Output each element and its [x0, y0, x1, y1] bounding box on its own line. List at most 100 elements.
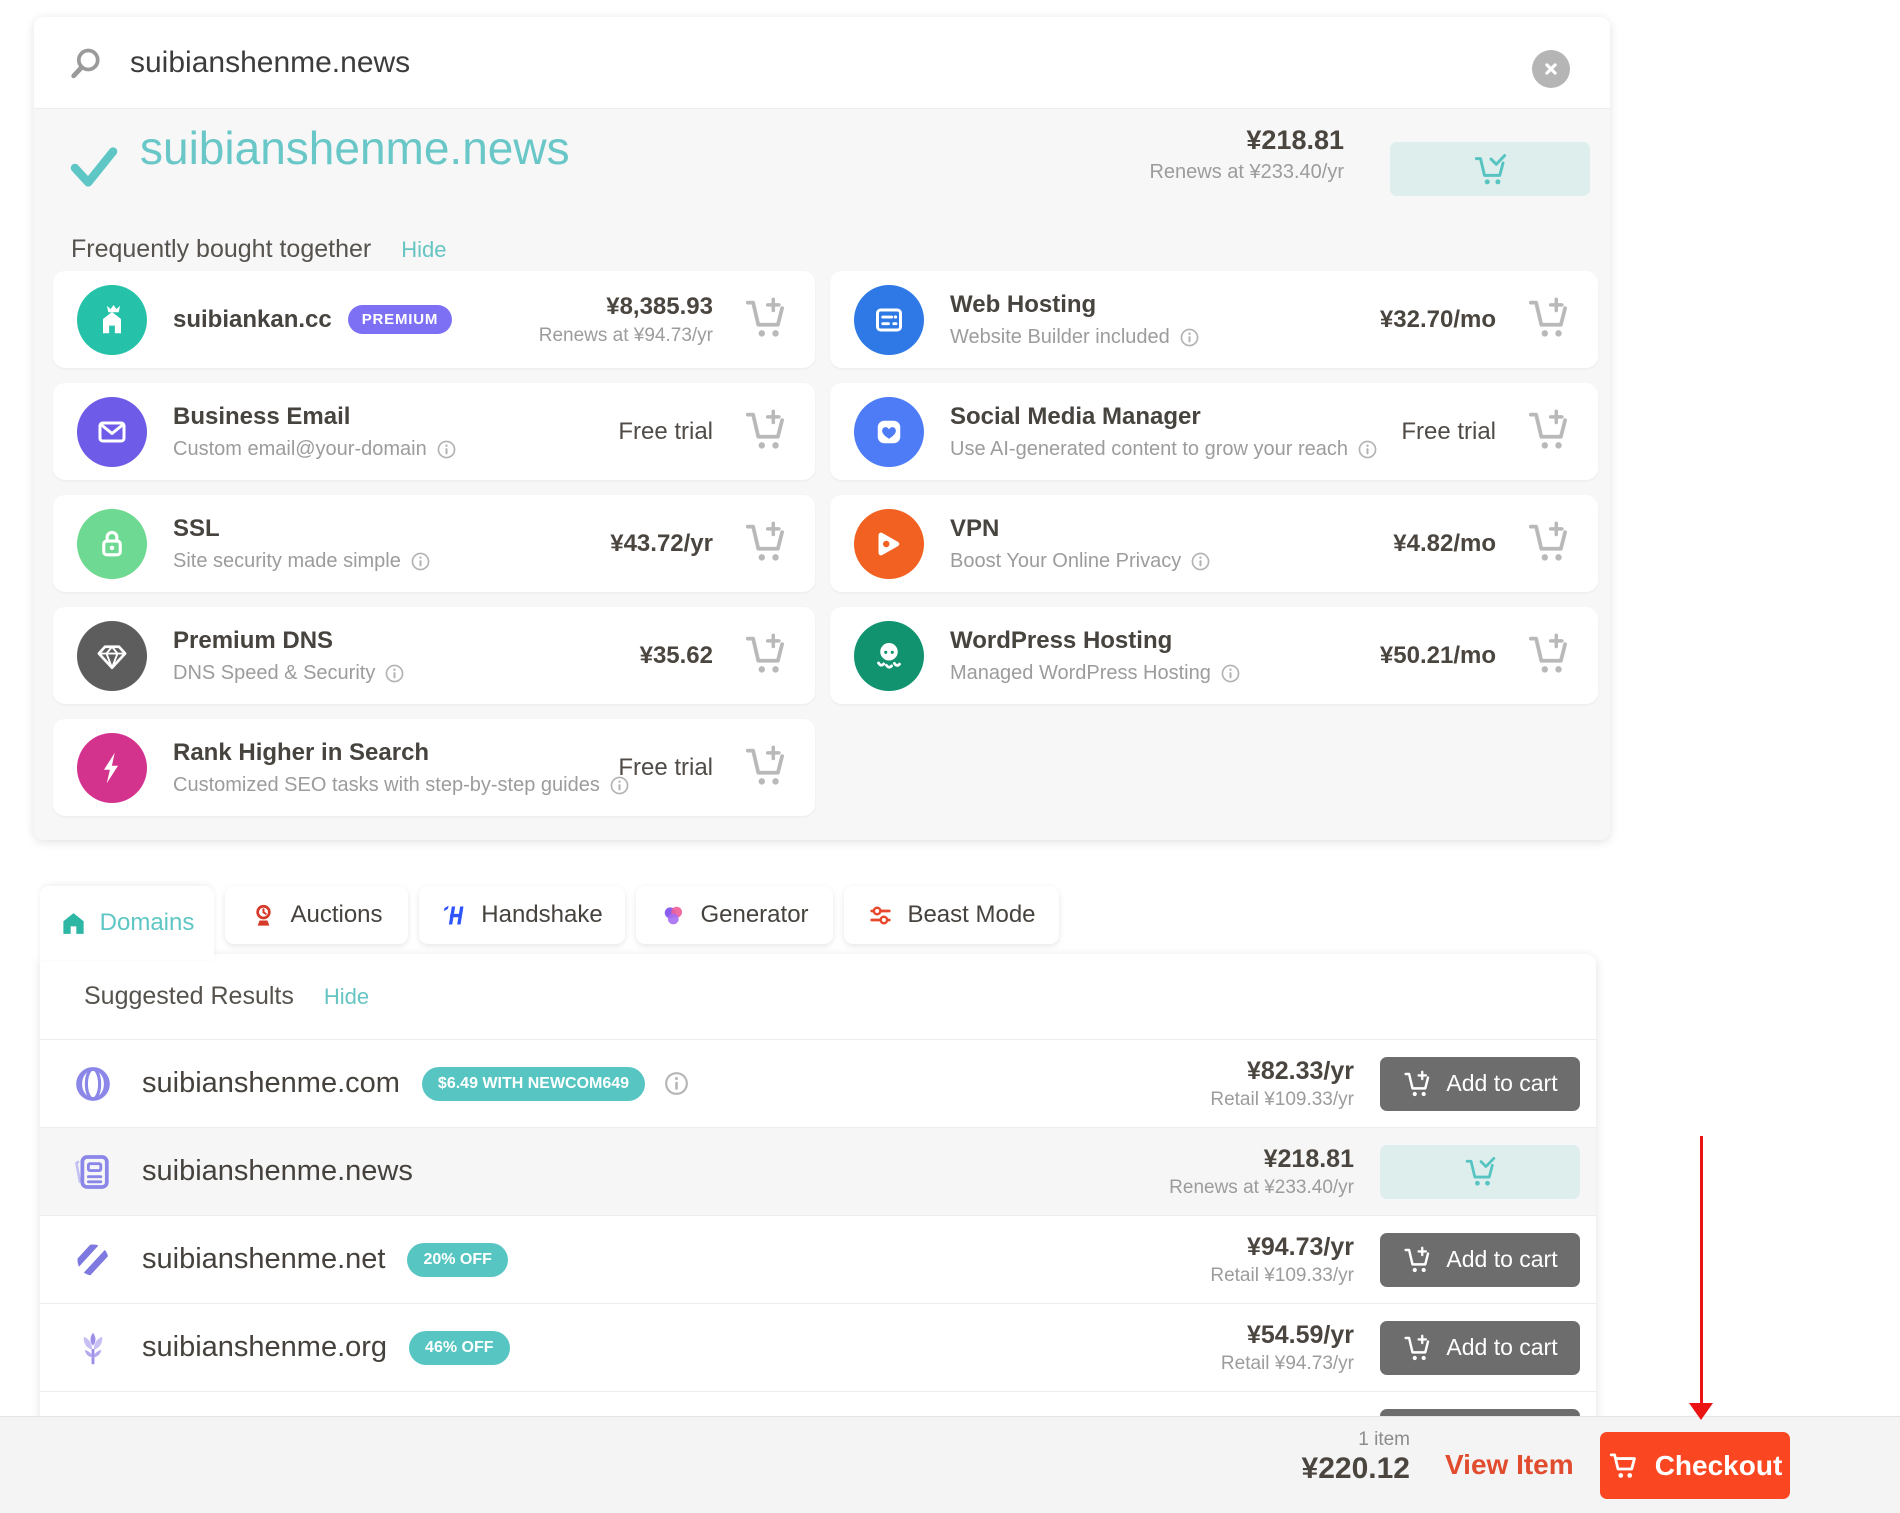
info-icon[interactable] [663, 1070, 690, 1097]
retail-price: Retail ¥94.73/yr [1221, 1353, 1354, 1375]
search-results-panel: suibianshenme.news suibianshenme.news ¥2… [34, 17, 1610, 840]
flower-icon [70, 1325, 116, 1371]
product-subtitle: Custom email@your-domain [173, 438, 427, 461]
product-title: Social Media Manager [950, 403, 1401, 431]
annotation-arrow [1688, 1136, 1714, 1420]
add-to-cart-icon-button[interactable] [741, 521, 791, 567]
table-row: suibianshenme.org 46% OFF ¥54.59/yr Reta… [40, 1303, 1596, 1391]
add-to-cart-icon-button[interactable] [1524, 633, 1574, 679]
available-check-icon [70, 147, 118, 187]
suggested-results-header: Suggested Results Hide [40, 954, 1596, 1039]
product-card: Rank Higher in Search Customized SEO tas… [53, 719, 815, 816]
info-icon[interactable] [436, 439, 457, 460]
tab-generator[interactable]: Generator [636, 886, 833, 944]
cart-item-count: 1 item [1302, 1429, 1410, 1451]
add-to-cart-icon-button[interactable] [741, 409, 791, 455]
add-to-cart-icon-button[interactable] [741, 745, 791, 791]
price: ¥218.81 [1149, 125, 1344, 156]
close-button[interactable] [1532, 50, 1570, 88]
product-subtitle: Site security made simple [173, 550, 401, 573]
premium-dns-icon [77, 621, 147, 691]
info-icon[interactable] [1220, 663, 1241, 684]
product-price: ¥35.62 [640, 642, 713, 670]
business-email-icon [77, 397, 147, 467]
selected-domain-name: suibianshenme.news [140, 121, 570, 175]
section-title: Frequently bought together [71, 235, 371, 264]
product-subtitle: DNS Speed & Security [173, 662, 375, 685]
search-icon [68, 45, 104, 81]
hide-link[interactable]: Hide [324, 984, 369, 1010]
tab-beast-mode[interactable]: Beast Mode [844, 886, 1059, 944]
add-to-cart-button[interactable]: Add to cart [1380, 1233, 1580, 1287]
cart-summary-bar: 1 item ¥220.12 View Item Checkout [0, 1416, 1900, 1513]
newspaper-icon [70, 1149, 116, 1195]
product-card: Web Hosting Website Builder included ¥32… [830, 271, 1598, 368]
close-icon [1540, 58, 1562, 80]
domain-name: suibianshenme.org [142, 1331, 387, 1364]
renewal-price: Renews at ¥233.40/yr [1149, 161, 1344, 184]
add-to-cart-button[interactable]: Add to cart [1380, 1057, 1580, 1111]
beast-mode-tab-icon [867, 902, 894, 929]
price: ¥218.81 [1169, 1145, 1354, 1174]
arrow-shaft [1700, 1136, 1703, 1404]
product-price: ¥50.21/mo [1380, 642, 1496, 670]
info-icon[interactable] [1357, 439, 1378, 460]
info-icon[interactable] [1179, 327, 1200, 348]
handshake-tab-icon [441, 902, 468, 929]
product-subtitle: Customized SEO tasks with step-by-step g… [173, 774, 600, 797]
ssl-lock-icon [77, 509, 147, 579]
add-to-cart-icon-button[interactable] [741, 297, 791, 343]
frequently-bought-grid: suibiankan.cc PREMIUM ¥8,385.93 Renews a… [53, 271, 1598, 816]
add-to-cart-icon-button[interactable] [1524, 521, 1574, 567]
checkout-label: Checkout [1655, 1450, 1783, 1482]
add-to-cart-label: Add to cart [1446, 1070, 1557, 1097]
tab-label: Handshake [481, 901, 602, 929]
product-price: ¥4.82/mo [1393, 530, 1496, 558]
cart-icon [1608, 1451, 1640, 1480]
search-result-body: suibianshenme.news ¥218.81 Renews at ¥23… [34, 108, 1610, 840]
info-icon[interactable] [384, 663, 405, 684]
domains-tab-icon [60, 910, 87, 937]
in-cart-button[interactable] [1390, 142, 1590, 196]
view-item-link[interactable]: View Item [1445, 1449, 1574, 1481]
tab-label: Auctions [290, 901, 382, 929]
cart-plus-icon [1402, 1070, 1433, 1098]
add-to-cart-icon-button[interactable] [741, 633, 791, 679]
tab-handshake[interactable]: Handshake [419, 886, 625, 944]
add-to-cart-button[interactable]: Add to cart [1380, 1321, 1580, 1375]
info-icon[interactable] [1190, 551, 1211, 572]
domain-name: suibianshenme.net [142, 1243, 385, 1276]
domain-search-page: suibianshenme.news suibianshenme.news ¥2… [0, 0, 1900, 1513]
tab-domains[interactable]: Domains [40, 886, 214, 960]
cart-plus-icon [1402, 1334, 1433, 1362]
tab-auctions[interactable]: Auctions [225, 886, 408, 944]
hide-link[interactable]: Hide [401, 237, 446, 263]
renewal-price: Renews at ¥233.40/yr [1169, 1177, 1354, 1199]
product-title: suibiankan.cc [173, 306, 332, 334]
product-price: ¥32.70/mo [1380, 306, 1496, 334]
product-subtitle: Use AI-generated content to grow your re… [950, 438, 1348, 461]
selected-domain-price: ¥218.81 Renews at ¥233.40/yr [1149, 125, 1344, 184]
checkout-button[interactable]: Checkout [1600, 1432, 1790, 1499]
info-icon[interactable] [410, 551, 431, 572]
in-cart-button[interactable] [1380, 1145, 1580, 1199]
product-title: VPN [950, 515, 1393, 543]
globe-icon [70, 1061, 116, 1107]
product-card: Social Media Manager Use AI-generated co… [830, 383, 1598, 480]
generator-tab-icon [660, 902, 687, 929]
product-title: SSL [173, 515, 610, 543]
section-title: Suggested Results [84, 982, 294, 1011]
product-price: Free trial [618, 418, 713, 446]
table-row: suibianshenme.news ¥218.81 Renews at ¥23… [40, 1127, 1596, 1215]
price: ¥54.59/yr [1221, 1321, 1354, 1350]
cart-check-icon [1472, 153, 1509, 186]
add-to-cart-icon-button[interactable] [1524, 409, 1574, 455]
tab-label: Domains [100, 909, 195, 937]
table-row: suibianshenme.net 20% OFF ¥94.73/yr Reta… [40, 1215, 1596, 1303]
add-to-cart-icon-button[interactable] [1524, 297, 1574, 343]
web-hosting-icon [854, 285, 924, 355]
search-input[interactable]: suibianshenme.news [130, 46, 410, 80]
product-subtitle: Boost Your Online Privacy [950, 550, 1181, 573]
product-price: Free trial [618, 754, 713, 782]
result-tabs: Domains Auctions Handshake Generator Bea… [40, 886, 1140, 960]
